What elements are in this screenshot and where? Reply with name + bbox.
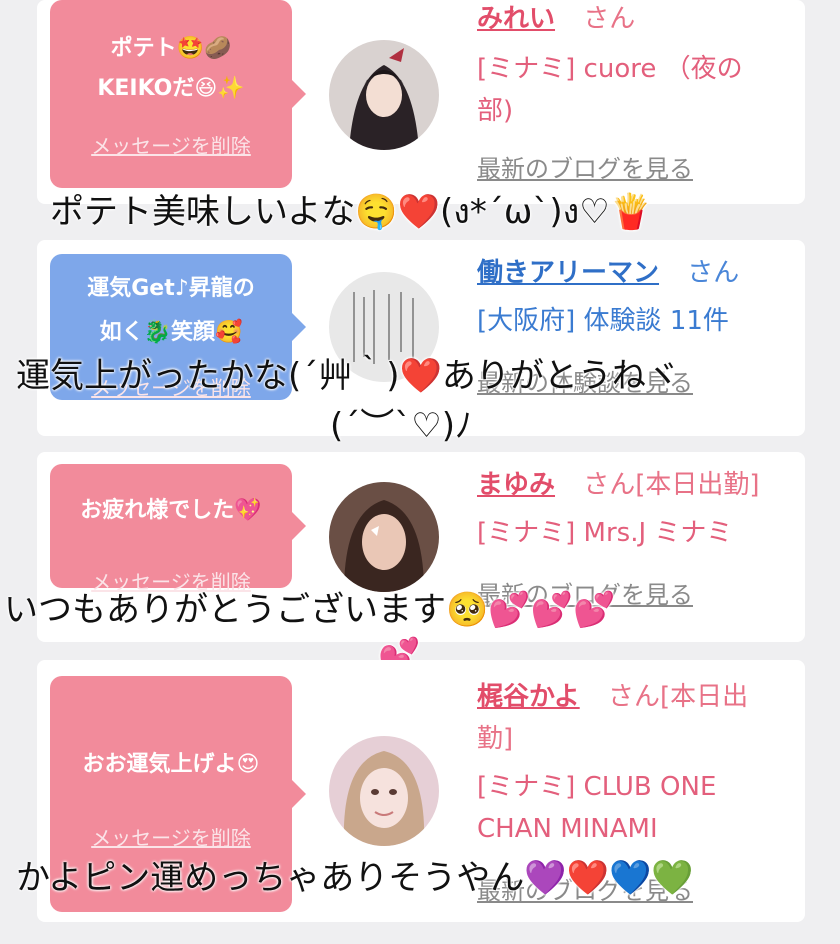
avatar[interactable]	[329, 482, 439, 592]
delete-message-link[interactable]: メッセージを削除	[50, 130, 292, 159]
message-text: 如く🐉笑顔🥰	[99, 320, 243, 345]
message-text: 運気Get♪昇龍の	[87, 276, 255, 301]
shop-label[interactable]: [大阪府] 体験談 11件	[477, 300, 729, 342]
sender-name-link[interactable]: みれい	[477, 4, 555, 34]
honorific: さん	[687, 258, 740, 288]
shop-label[interactable]: [ミナミ] CLUB ONE	[477, 766, 716, 808]
honorific: さん[本日出勤]	[583, 470, 760, 500]
overlay-caption: 運気上がったかな(´艸｀)❤️ありがとうねヾ	[16, 356, 680, 396]
message-text: おお運気上げよ😍	[82, 752, 260, 777]
shop-label[interactable]: [ミナミ] Mrs.J ミナミ	[477, 512, 732, 554]
message-bubble: お疲れ様でした💖 メッセージを削除	[50, 464, 306, 594]
message-list: ポテト🤩🥔 KEIKOだ😆✨ メッセージを削除 みれい さん [ミナミ] cuo…	[0, 0, 840, 944]
overlay-caption: いつもありがとうございます🥺💕💕💕	[4, 590, 616, 630]
avatar[interactable]	[329, 40, 439, 150]
sender-name-link[interactable]: 梶谷かよ	[477, 682, 580, 712]
overlay-caption: (´︶`♡)ﾉ	[330, 406, 473, 446]
avatar[interactable]	[329, 736, 439, 846]
honorific: さん	[583, 4, 636, 34]
shop-label[interactable]: CHAN MINAMI	[477, 808, 658, 850]
delete-message-link[interactable]: メッセージを削除	[50, 822, 292, 851]
overlay-caption: かよピン運めっちゃありそうやん💜❤️💙💚	[16, 858, 694, 898]
overlay-caption: ポテト美味しいよな🤤❤️(ง*´ω`)ง♡🍟	[50, 192, 653, 232]
honorific: さん[本日出	[607, 682, 749, 712]
message-card: ポテト🤩🥔 KEIKOだ😆✨ メッセージを削除 みれい さん [ミナミ] cuo…	[37, 0, 805, 204]
message-text: お疲れ様でした💖	[80, 498, 262, 523]
message-text: ポテト🤩🥔	[110, 36, 232, 61]
message-bubble: ポテト🤩🥔 KEIKOだ😆✨ メッセージを削除	[50, 0, 306, 188]
shop-label[interactable]: [ミナミ] cuore （夜の部)	[477, 48, 777, 132]
sender-name-link[interactable]: まゆみ	[477, 470, 555, 500]
message-text: KEIKOだ😆✨	[97, 76, 245, 101]
sender-name-link[interactable]: 働きアリーマン	[477, 258, 659, 288]
honorific: 勤]	[477, 724, 514, 754]
